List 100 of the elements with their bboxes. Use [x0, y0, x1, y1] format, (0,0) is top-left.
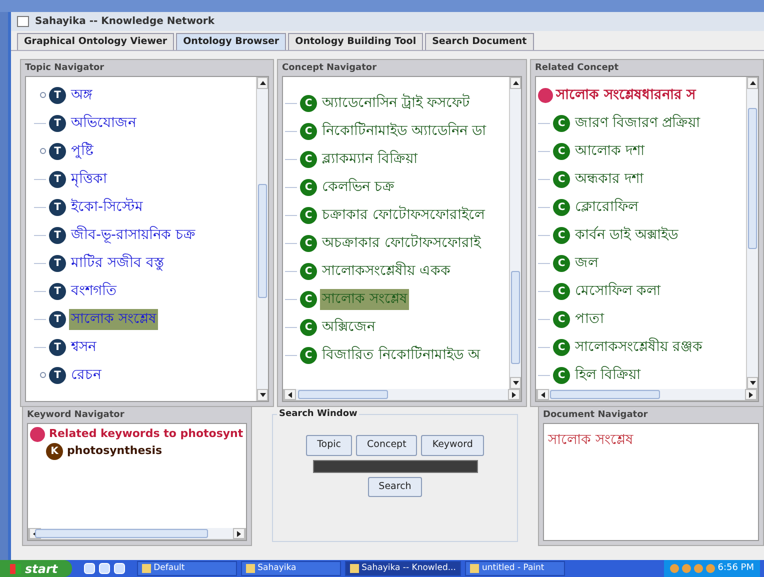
topic-node-icon: T [49, 114, 66, 132]
window-title: Sahayika -- Knowledge Network [35, 15, 215, 29]
topic-node-icon: T [49, 254, 66, 272]
window-icon [470, 564, 479, 573]
horizontal-scrollbar[interactable] [28, 528, 246, 540]
concept-node-icon: C [300, 178, 317, 196]
window-icon [246, 564, 255, 573]
taskbar-button[interactable]: untitled - Paint [464, 561, 565, 576]
tree-item[interactable]: কেলভিন চক্র [320, 176, 396, 198]
taskbar-button[interactable]: Default [136, 561, 237, 576]
tree-item[interactable]: আলোক দশা [573, 140, 646, 162]
tree-item[interactable]: অঙ্গ [69, 84, 94, 106]
search-button[interactable]: Search [368, 476, 422, 497]
vertical-scrollbar[interactable] [509, 77, 521, 390]
concept-node-icon: C [300, 290, 317, 308]
tree-root[interactable]: Related keywords to photosynt [49, 426, 244, 443]
concept-node-icon: C [300, 346, 317, 364]
tree-item[interactable]: বংশগতি [69, 280, 119, 302]
tree-item[interactable]: চক্রাকার ফোটোফসফোরাইলে [320, 204, 486, 226]
window-icon [350, 564, 359, 573]
tree-item[interactable]: জল [573, 252, 600, 274]
tab[interactable]: Ontology Building Tool [288, 33, 424, 50]
window-icon [17, 16, 29, 27]
tree-item[interactable]: অক্সিজেন [320, 316, 377, 338]
topic-node-icon: T [49, 310, 66, 328]
tree-item[interactable]: বিজারিত নিকোটিনামাইড অ [320, 344, 482, 366]
tree-item[interactable]: অভিযোজন [69, 112, 138, 134]
tree-item[interactable]: হিল বিক্রিয়া [573, 364, 642, 386]
tree-item[interactable]: ইকো-সিস্টেম [69, 196, 146, 218]
tree-item[interactable]: মাটির সজীব বস্তু [69, 252, 166, 274]
tab[interactable]: Ontology Browser [176, 33, 286, 50]
search-input-field[interactable] [312, 460, 478, 472]
concept-node-icon: C [300, 150, 317, 168]
windows-logo-icon [10, 564, 21, 574]
topic-node-icon: T [49, 198, 66, 216]
concept-node-icon: C [553, 254, 570, 272]
root-node-icon [30, 427, 45, 442]
tree-item[interactable]: জারণ বিজারণ প্রক্রিয়া [573, 112, 702, 134]
window-icon [142, 564, 151, 573]
tree-item[interactable]: সালোকসংশ্লেষীয় একক [320, 260, 452, 282]
concept-node-icon: C [300, 234, 317, 252]
concept-node-icon: C [300, 122, 317, 140]
topic-node-icon: T [49, 366, 66, 384]
expand-handle[interactable] [40, 148, 46, 154]
tree-item[interactable]: ক্লোরোফিল [573, 196, 640, 218]
tree-item[interactable]: মেসোফিল কলা [573, 280, 662, 302]
tree-item[interactable]: পুষ্টি [69, 140, 95, 162]
expand-handle[interactable] [40, 92, 46, 98]
root-node-icon [538, 88, 553, 103]
tree-item[interactable]: পাতা [573, 308, 606, 330]
concept-node-icon: C [553, 366, 570, 384]
tree-item[interactable]: অন্ধকার দশা [573, 168, 646, 190]
concept-node-icon: C [553, 310, 570, 328]
tree-item[interactable]: শ্বসন [69, 336, 98, 358]
search-type-button[interactable]: Concept [356, 435, 418, 456]
tree-item[interactable]: কার্বন ডাই অক্সাইড [573, 224, 680, 246]
vertical-scrollbar[interactable] [256, 77, 268, 402]
concept-node-icon: C [300, 318, 317, 336]
tree-item[interactable]: সালোকসংশ্লেষীয় রঞ্জক [573, 336, 704, 358]
quick-launch-icon[interactable] [114, 563, 125, 574]
tree-item[interactable]: ব্ল্যাকম্যান বিক্রিয়া [320, 148, 420, 170]
tree-root[interactable]: সালোক সংশ্লেষধারনার স [556, 84, 696, 106]
quick-launch-icon[interactable] [84, 563, 95, 574]
topic-node-icon: T [49, 86, 66, 104]
concept-node-icon: C [553, 114, 570, 132]
tab[interactable]: Search Document [425, 33, 534, 50]
horizontal-scrollbar[interactable] [283, 389, 521, 402]
concept-node-icon: C [553, 170, 570, 188]
concept-node-icon: C [553, 142, 570, 160]
topic-node-icon: T [49, 170, 66, 188]
concept-node-icon: C [553, 226, 570, 244]
concept-node-icon: C [553, 338, 570, 356]
topic-node-icon: T [49, 282, 66, 300]
tree-item[interactable]: নিকোটিনামাইড অ্যাডেনিন ডা [320, 120, 488, 142]
quick-launch-icon[interactable] [98, 563, 110, 574]
panel-title: Document Navigator [543, 409, 649, 422]
tree-item[interactable]: photosynthesis [67, 443, 162, 460]
expand-handle[interactable] [40, 372, 46, 378]
concept-node-icon: C [300, 262, 317, 280]
concept-node-icon: C [553, 198, 570, 216]
tree-item[interactable]: অ্যাডেনোসিন ট্রাই ফসফেট [320, 92, 472, 114]
tree-item[interactable]: জীব-ভূ-রাসায়নিক চক্র [69, 224, 198, 246]
concept-node-icon: C [300, 206, 317, 224]
horizontal-scrollbar[interactable] [536, 389, 758, 402]
tree-item[interactable]: রেচন [69, 364, 103, 386]
panel-title: Concept Navigator [282, 62, 378, 76]
topic-node-icon: T [49, 226, 66, 244]
taskbar-button[interactable]: Sahayika -- Knowled... [344, 561, 461, 576]
clock: 6:56 PM [718, 562, 754, 575]
vertical-scrollbar[interactable] [746, 77, 758, 390]
start-button[interactable]: start [0, 560, 72, 577]
topic-node-icon: T [49, 338, 66, 356]
tree-item[interactable]: মৃত্তিকা [69, 168, 109, 190]
search-type-button[interactable]: Keyword [421, 435, 484, 456]
panel-title: Topic Navigator [25, 62, 106, 76]
search-type-button[interactable]: Topic [306, 435, 352, 456]
tree-item[interactable]: অচক্রাকার ফোটোফসফোরাই [320, 232, 482, 254]
tab[interactable]: Graphical Ontology Viewer [17, 33, 174, 50]
panel-title: Related Concept [535, 62, 620, 76]
taskbar-button[interactable]: Sahayika [240, 561, 341, 576]
